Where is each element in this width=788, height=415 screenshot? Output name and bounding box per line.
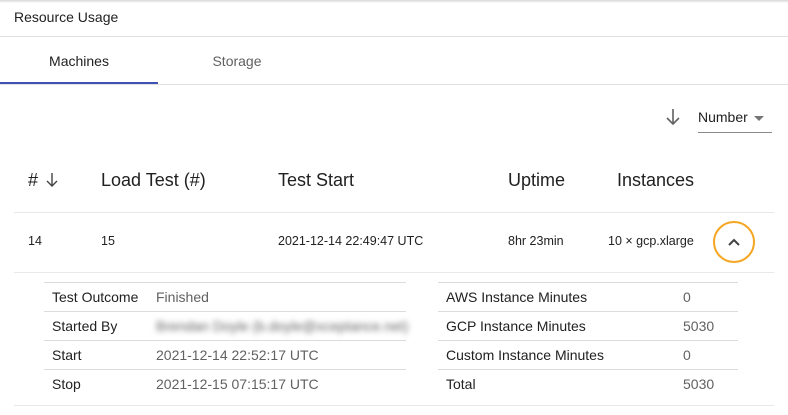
detail-label-total: Total [446,376,476,392]
column-header-load-test[interactable]: Load Test (#) [101,170,206,191]
arrow-down-icon [46,173,58,187]
row-test-start: 2021-12-14 22:49:47 UTC [278,234,424,248]
detail-label-stop: Stop [52,376,81,392]
detail-label-gcp-minutes: GCP Instance Minutes [446,318,586,334]
detail-value-gcp-minutes: 5030 [683,318,715,334]
column-header-uptime[interactable]: Uptime [508,170,565,191]
sort-direction-button[interactable] [664,107,682,127]
top-shadow [0,0,788,3]
chevron-up-icon [728,238,740,246]
sort-select[interactable]: Number [698,104,772,133]
collapse-row-button[interactable] [713,221,755,263]
tab-machines[interactable]: Machines [0,37,158,85]
detail-value-aws-minutes: 0 [683,289,691,305]
detail-value-start: 2021-12-14 22:52:17 UTC [156,347,319,363]
detail-value-custom-minutes: 0 [683,347,691,363]
row-load-test[interactable]: 15 [101,234,115,248]
arrow-down-icon [666,109,680,126]
detail-divider [44,369,406,370]
detail-divider [44,282,406,283]
page-title: Resource Usage [14,9,119,25]
detail-divider [438,340,738,341]
detail-label-custom-minutes: Custom Instance Minutes [446,347,604,363]
detail-divider [44,311,406,312]
detail-divider [438,311,738,312]
detail-value-total: 5030 [683,376,715,392]
row-uptime: 8hr 23min [508,234,564,248]
column-header-instances[interactable]: Instances [617,170,694,191]
row-divider [14,272,774,273]
detail-divider [44,340,406,341]
detail-label-aws-minutes: AWS Instance Minutes [446,289,588,305]
header-divider [14,212,774,213]
detail-value-outcome: Finished [156,289,209,305]
detail-value-started-by: Brendan Doyle (b.doyle@xceptance.net) [156,318,409,334]
chevron-down-icon [754,116,764,121]
tab-storage[interactable]: Storage [158,37,316,85]
column-header-test-start[interactable]: Test Start [278,170,354,191]
row-number: 14 [28,234,42,248]
column-sort-icon[interactable] [45,172,59,188]
detail-value-stop: 2021-12-15 07:15:17 UTC [156,376,319,392]
detail-label-outcome: Test Outcome [52,289,139,305]
detail-divider [438,282,738,283]
column-header-number[interactable]: # [28,170,38,191]
bottom-divider [14,405,774,406]
detail-divider [438,369,738,370]
tabs-divider [0,84,788,85]
detail-label-start: Start [52,347,82,363]
sort-select-value: Number [698,109,748,125]
detail-label-started-by: Started By [52,318,118,334]
row-instances: 10 × gcp.xlarge [608,234,694,248]
